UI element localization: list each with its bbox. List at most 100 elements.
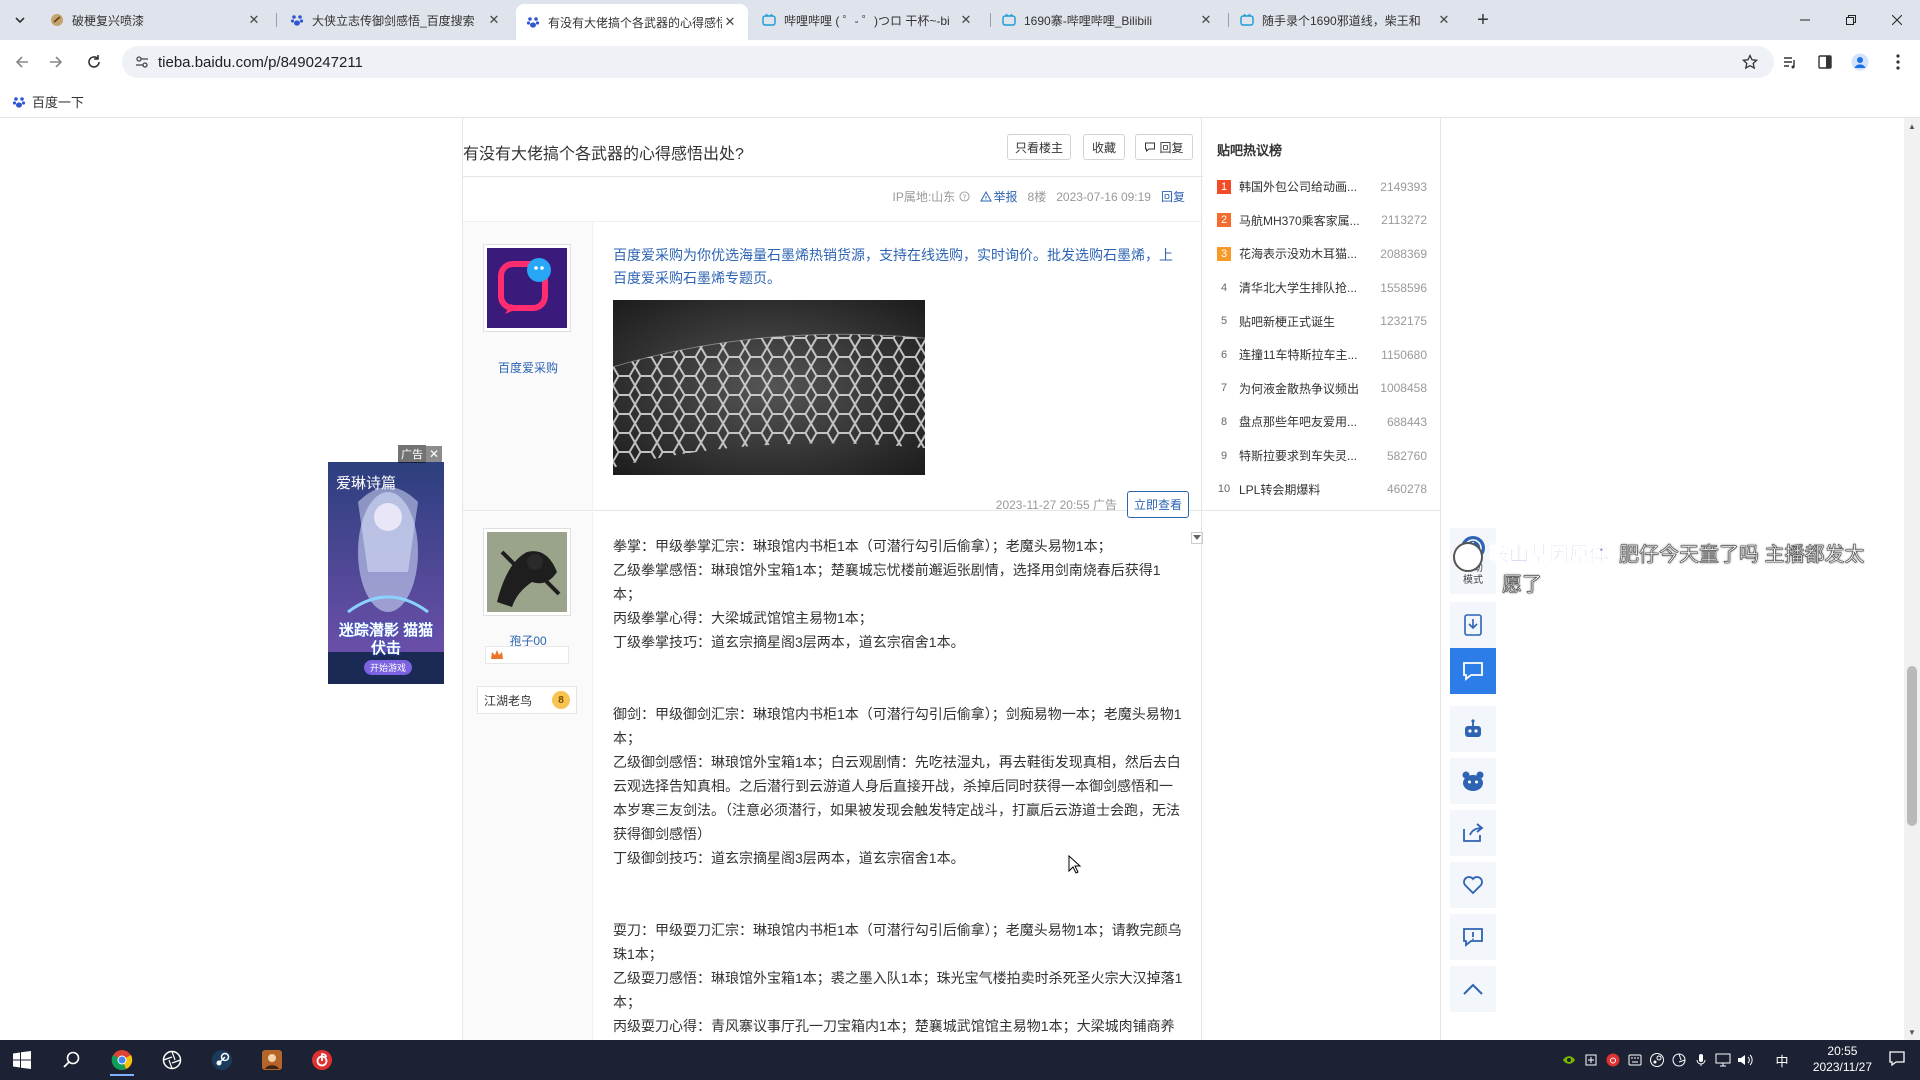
username[interactable]: 百度爱采购 [463,359,593,376]
hot-item[interactable]: 5 贴吧新梗正式诞生 1232175 [1217,304,1427,338]
notification-center-icon[interactable] [1888,1050,1908,1070]
tab-search-button[interactable] [6,8,34,32]
url-text[interactable]: tieba.baidu.com/p/8490247211 [158,54,363,71]
tray-app-icon[interactable] [1582,1050,1600,1070]
tab-title: 破梗复兴喷漆 [72,13,145,28]
address-bar[interactable]: tieba.baidu.com/p/8490247211 [122,46,1774,78]
reply-button[interactable]: 回复 [1135,134,1193,160]
side-game-ad[interactable]: 爱琳诗篇 迷踪潜影 猫猫伏击 开始游戏 [328,462,444,684]
hot-topic[interactable]: 盘点那些年吧友爱用... [1239,413,1365,430]
like-button[interactable] [1450,862,1496,908]
more-menu-icon[interactable] [1888,52,1908,72]
close-tab-icon[interactable]: ✕ [246,12,262,28]
collapse-toggle[interactable] [1191,532,1203,544]
avatar[interactable] [483,528,571,616]
ad-post-text[interactable]: 百度爱采购为你优选海量石墨烯热销货源，支持在线选购，实时询价。批发选购石墨烯，上… [613,244,1183,290]
hot-item[interactable]: 1 韩国外包公司给动画... 2149393 [1217,170,1427,204]
hot-item[interactable]: 7 为何液金散热争议频出 1008458 [1217,372,1427,406]
message-button[interactable] [1450,648,1496,694]
tray-volume-icon[interactable] [1736,1050,1754,1070]
tieba-bear-button[interactable] [1450,758,1496,804]
ip-location: IP属地:山东 ? [893,188,970,205]
tab-4[interactable]: 哔哩哔哩 ( ゜- ゜)つロ 干杯~-bi ✕ [752,4,984,36]
hot-topic[interactable]: 贴吧新梗正式诞生 [1239,313,1365,330]
tray-aperture-icon[interactable] [1670,1050,1688,1070]
close-tab-icon[interactable]: ✕ [1198,12,1214,28]
media-control-icon[interactable] [1780,52,1800,72]
tray-ime-icon[interactable] [1626,1050,1644,1070]
reload-button[interactable] [80,48,108,76]
hot-topic[interactable]: 连撞11车特斯拉车主... [1239,346,1365,363]
back-to-top-button[interactable] [1450,966,1496,1012]
close-tab-icon[interactable]: ✕ [1436,12,1452,28]
tab-3-active[interactable]: 有没有大佬搞个各武器的心得感悟 ✕ [516,4,748,40]
tray-netease-icon[interactable] [1604,1050,1622,1070]
game-taskbar-button[interactable] [252,1044,292,1076]
hot-topic[interactable]: LPL转会期爆料 [1239,481,1365,498]
forward-button[interactable] [42,48,70,76]
tray-network-icon[interactable] [1714,1050,1732,1070]
graphene-ad-image[interactable] [613,300,925,475]
tab-5[interactable]: 1690寨-哔哩哔哩_Bilibili ✕ [992,4,1224,36]
hot-item[interactable]: 6 连撞11车特斯拉车主... 1150680 [1217,338,1427,372]
site-info-icon[interactable] [134,54,150,70]
content-line: 乙级拳掌感悟：琳琅馆外宝箱1本；楚襄城忘忧楼前邂逅张剧情，选择用剑南烧春后获得1… [613,562,1161,602]
steam-taskbar-button[interactable] [202,1044,242,1076]
scroll-down-icon[interactable]: ▼ [1908,1028,1916,1037]
hot-topic[interactable]: 清华北大学生排队抢... [1239,279,1365,296]
search-button[interactable] [52,1044,92,1076]
favorite-button[interactable]: 收藏 [1083,134,1125,160]
chrome-taskbar-button[interactable] [102,1044,142,1076]
restore-button[interactable] [1828,0,1874,40]
profile-avatar-icon[interactable] [1850,52,1870,72]
only-op-button[interactable]: 只看楼主 [1007,134,1071,160]
hot-item[interactable]: 2 马航MH370乘客家属... 2113272 [1217,204,1427,238]
app-taskbar-button[interactable] [152,1044,192,1076]
system-clock[interactable]: 20:55 2023/11/27 [1813,1043,1872,1075]
post-reply-link[interactable]: 回复 [1161,188,1185,205]
close-window-button[interactable] [1874,0,1920,40]
hot-item[interactable]: 3 花海表示没劝木耳猫... 2088369 [1217,237,1427,271]
download-app-button[interactable] [1450,602,1496,648]
tray-steam-icon[interactable] [1648,1050,1666,1070]
share-button[interactable] [1450,810,1496,856]
minimize-button[interactable] [1782,0,1828,40]
hot-topic[interactable]: 为何液金散热争议频出 [1239,380,1365,397]
bookmark-star-icon[interactable] [1740,52,1760,72]
scroll-up-icon[interactable]: ▲ [1908,122,1916,131]
hot-topic[interactable]: 马航MH370乘客家属... [1239,212,1365,229]
report-link[interactable]: 举报 [979,188,1018,205]
hot-topic[interactable]: 特斯拉要求到车失灵... [1239,447,1365,464]
avatar[interactable] [483,244,571,332]
tab-separator [990,13,991,27]
side-ad-play-button[interactable]: 开始游戏 [364,660,413,675]
bookmark-baidu[interactable]: 百度一下 [12,92,84,111]
netease-music-taskbar-button[interactable] [302,1044,342,1076]
close-tab-icon[interactable]: ✕ [722,14,738,30]
tab-2[interactable]: 大侠立志传御剑感悟_百度搜索 ✕ [280,4,512,36]
back-button[interactable] [8,48,36,76]
tray-ime-mode[interactable]: 中 [1774,1050,1790,1070]
scroll-thumb[interactable] [1907,666,1917,826]
hot-topic[interactable]: 韩国外包公司给动画... [1239,178,1365,195]
hot-item[interactable]: 8 盘点那些年吧友爱用... 688443 [1217,405,1427,439]
start-button[interactable] [2,1044,42,1076]
side-panel-icon[interactable] [1815,52,1835,72]
level-badge[interactable]: 江湖老鸟 8 [477,686,577,714]
tab-6[interactable]: 随手录个1690邪道线，柴王和 ✕ [1230,4,1462,36]
robot-button[interactable] [1450,706,1496,752]
close-tab-icon[interactable]: ✕ [958,12,974,28]
close-tab-icon[interactable]: ✕ [486,12,502,28]
hot-item[interactable]: 4 清华北大学生排队抢... 1558596 [1217,271,1427,305]
report-button[interactable] [1450,914,1496,960]
new-tab-button[interactable]: + [1470,8,1496,32]
close-ad-icon[interactable]: ✕ [426,446,442,462]
hot-item[interactable]: 9 特斯拉要求到车失灵... 582760 [1217,439,1427,473]
tab-1[interactable]: 破梗复兴喷漆 ✕ [40,4,272,36]
tray-nvidia-icon[interactable] [1560,1050,1578,1070]
page-scrollbar[interactable]: ▲ ▼ [1904,118,1920,1040]
tray-microphone-icon[interactable] [1692,1050,1710,1070]
hot-topic[interactable]: 花海表示没劝木耳猫... [1239,245,1365,262]
hot-item[interactable]: 10 LPL转会期爆料 460278 [1217,472,1427,506]
rank: 7 [1220,382,1228,395]
